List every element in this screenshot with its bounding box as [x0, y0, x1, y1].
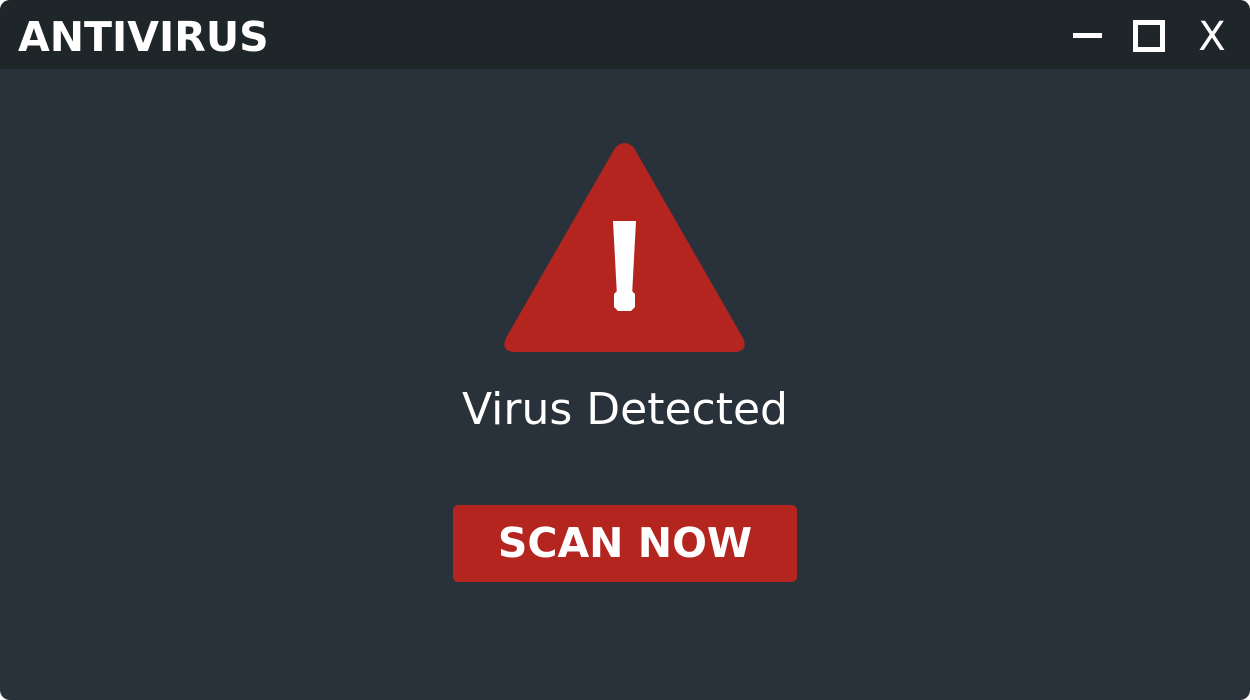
warning-triangle-icon [503, 141, 746, 353]
exclamation-dot [614, 290, 635, 311]
maximize-icon [1133, 20, 1165, 52]
minimize-button[interactable] [1062, 10, 1114, 62]
scan-now-button[interactable]: SCAN NOW [453, 505, 797, 582]
maximize-button[interactable] [1123, 10, 1175, 62]
title-bar[interactable]: ANTIVIRUS X [0, 0, 1250, 69]
exclamation-bar [613, 221, 636, 296]
alert-message: Virus Detected [462, 384, 788, 435]
window-title: ANTIVIRUS [18, 13, 269, 61]
close-label: X [1198, 14, 1225, 60]
minimize-icon [1073, 33, 1102, 38]
antivirus-window: ANTIVIRUS X Virus Detected SCAN NOW [0, 0, 1250, 700]
close-icon: X [1198, 14, 1225, 60]
close-button[interactable]: X [1186, 10, 1238, 62]
